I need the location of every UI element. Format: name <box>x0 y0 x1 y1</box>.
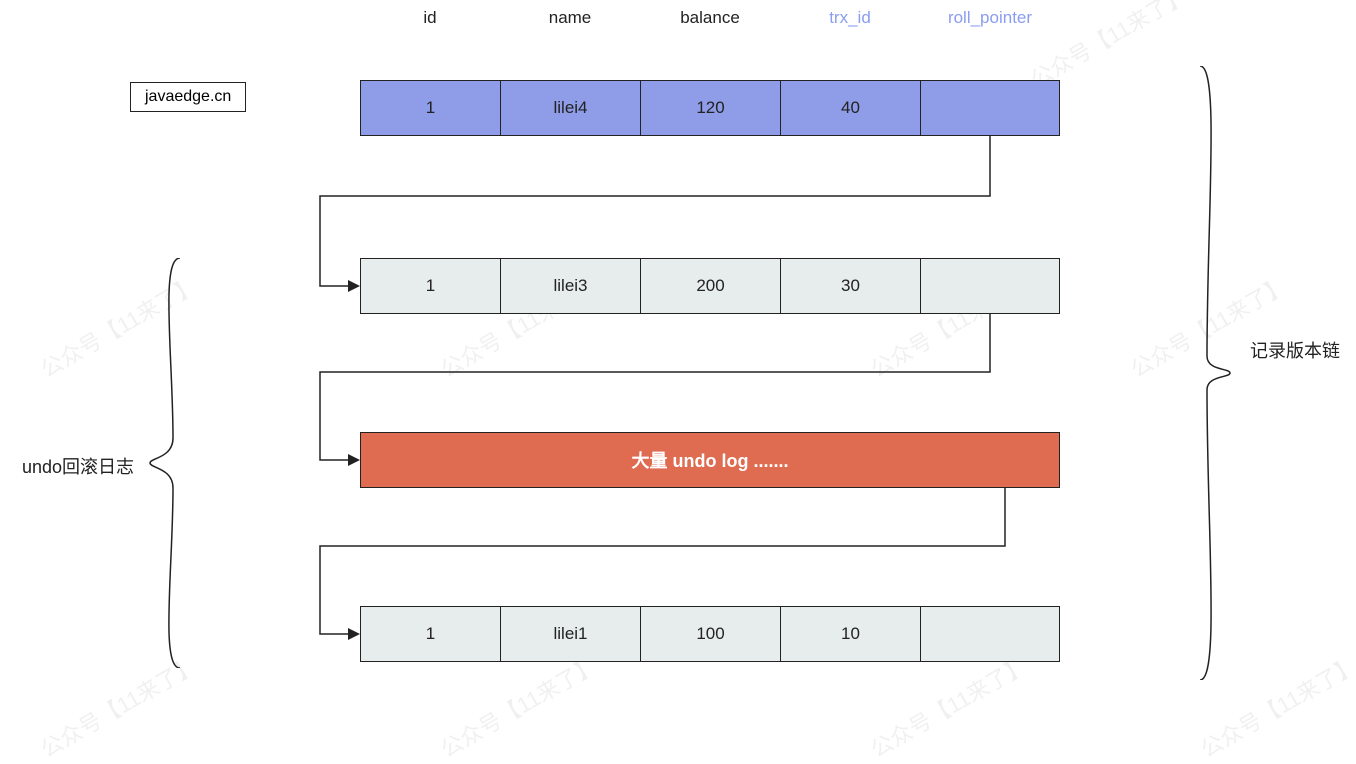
row-version-2: 1 lilei3 200 30 <box>360 258 1060 314</box>
version-chain-label: 记录版本链 <box>1250 337 1340 363</box>
header-roll-pointer: roll_pointer <box>920 8 1060 28</box>
header-name: name <box>500 8 640 28</box>
mass-undo-text: 大量 undo log ....... <box>632 447 789 473</box>
cell-roll-pointer <box>920 606 1060 662</box>
cell-roll-pointer <box>920 80 1060 136</box>
right-brace <box>1195 66 1235 680</box>
cell-name: lilei4 <box>500 80 640 136</box>
cell-name: lilei3 <box>500 258 640 314</box>
header-id: id <box>360 8 500 28</box>
cell-balance: 200 <box>640 258 780 314</box>
row-current: 1 lilei4 120 40 <box>360 80 1060 136</box>
cell-trx-id: 30 <box>780 258 920 314</box>
cell-id: 1 <box>360 258 500 314</box>
cell-id: 1 <box>360 606 500 662</box>
watermark: 公众号【11来了】 <box>864 648 1033 764</box>
column-headers: id name balance trx_id roll_pointer <box>360 8 1060 28</box>
row-mass-undo: 大量 undo log ....... <box>360 432 1060 488</box>
cell-trx-id: 10 <box>780 606 920 662</box>
cell-name: lilei1 <box>500 606 640 662</box>
header-trx-id: trx_id <box>780 8 920 28</box>
cell-balance: 100 <box>640 606 780 662</box>
undo-log-label: undo回滚日志 <box>22 453 134 479</box>
cell-trx-id: 40 <box>780 80 920 136</box>
watermark: 公众号【11来了】 <box>434 648 603 764</box>
javaedge-box: javaedge.cn <box>130 82 246 112</box>
row-version-4: 1 lilei1 100 10 <box>360 606 1060 662</box>
cell-roll-pointer <box>920 258 1060 314</box>
cell-id: 1 <box>360 80 500 136</box>
cell-balance: 120 <box>640 80 780 136</box>
left-brace <box>145 258 185 668</box>
header-balance: balance <box>640 8 780 28</box>
